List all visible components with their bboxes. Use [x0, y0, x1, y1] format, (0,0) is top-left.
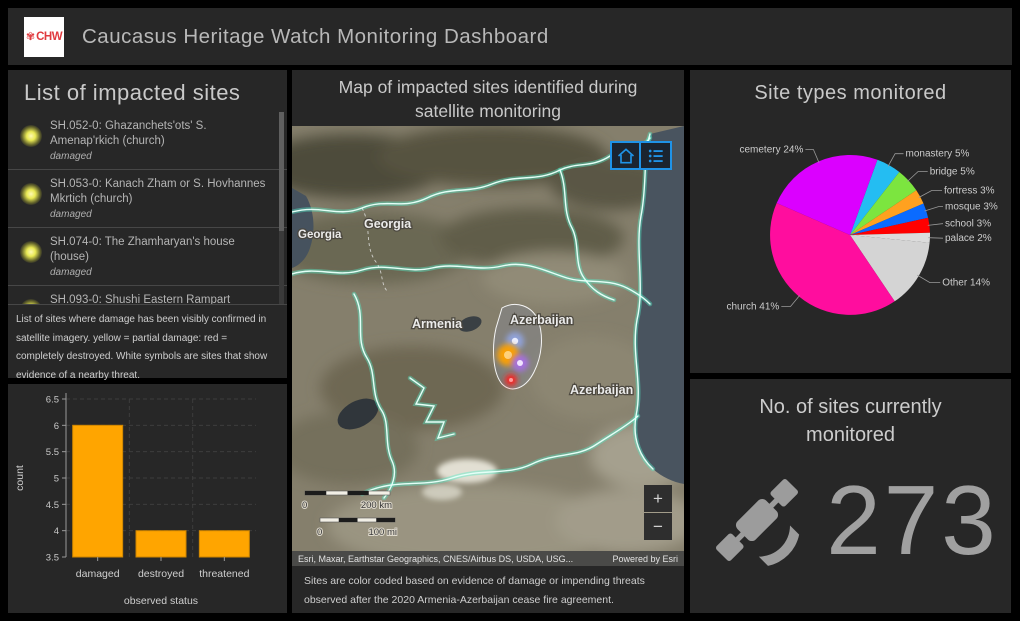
satellite-basemap[interactable]: Georgia Georgia Armenia Azerbaijan Azerb…: [292, 126, 684, 551]
site-title: SH.093-0: Shushi Eastern Rampart (fortif…: [50, 293, 273, 304]
home-icon: [616, 146, 636, 166]
sites-monitored-count: 273: [826, 471, 999, 569]
observed-status-bar-chart: 3.5 4 4.5 5 5.5 6 6.5 damaged destroyed thr…: [8, 384, 287, 613]
chw-logo-icon: ✾: [26, 30, 35, 43]
svg-text:3.5: 3.5: [46, 553, 59, 564]
list-item[interactable]: SH.052-0: Ghazanchets'ots' S. Amenap'rki…: [8, 112, 287, 170]
svg-text:observed status: observed status: [124, 595, 198, 607]
bar-destroyed[interactable]: [136, 531, 186, 557]
pie-label-fortress: fortress 3%: [944, 186, 995, 197]
damage-dot-icon: [20, 241, 42, 263]
list-item[interactable]: SH.093-0: Shushi Eastern Rampart (fortif…: [8, 286, 287, 304]
map-attribution: Esri, Maxar, Earthstar Geographics, CNES…: [298, 554, 573, 564]
site-title: SH.052-0: Ghazanchets'ots' S. Amenap'rki…: [50, 119, 273, 149]
chw-logo-text: CHW: [36, 31, 62, 43]
destroyed-marker-core: [509, 378, 513, 382]
bar-damaged[interactable]: [73, 425, 123, 557]
dashboard-title: Caucasus Heritage Watch Monitoring Dashb…: [82, 25, 549, 49]
pie-label-Other: Other 14%: [942, 278, 990, 289]
svg-text:0: 0: [317, 527, 322, 538]
svg-text:count: count: [14, 465, 26, 491]
svg-text:damaged: damaged: [76, 568, 120, 580]
map-caption: Sites are color coded based on evidence …: [292, 566, 684, 610]
count-panel: No. of sites currently monitored 273: [690, 379, 1011, 613]
svg-text:6.5: 6.5: [46, 395, 59, 406]
svg-text:0: 0: [302, 500, 307, 511]
pie-label-school: school 3%: [945, 219, 991, 230]
damage-dot-icon: [20, 183, 42, 205]
map-label-azerbaijan-1: Azerbaijan: [510, 313, 573, 327]
list-caption: List of sites where damage has been visi…: [8, 304, 287, 385]
svg-text:100 mi: 100 mi: [368, 527, 397, 538]
site-status: damaged: [50, 151, 273, 162]
powered-by-esri: Powered by Esri: [612, 554, 678, 564]
bar-threatened[interactable]: [199, 531, 249, 557]
pie-label-cemetery: cemetery 24%: [739, 145, 803, 156]
map-label-georgia-1: Georgia: [298, 229, 342, 241]
legend-list-icon: [646, 146, 666, 166]
pie-label-mosque: mosque 3%: [945, 202, 998, 213]
map-label-azerbaijan-2: Azerbaijan: [570, 383, 633, 397]
map-panel: Map of impacted sites identified during …: [292, 70, 684, 613]
map-title: Map of impacted sites identified during …: [292, 70, 684, 126]
list-item[interactable]: SH.074-0: The Zhamharyan's house (house)…: [8, 228, 287, 286]
bar-chart-panel: 3.5 4 4.5 5 5.5 6 6.5 damaged destroyed thr…: [8, 384, 287, 613]
pie-label-monastery: monastery 5%: [906, 149, 970, 160]
list-title: List of impacted sites: [8, 70, 287, 112]
map-attribution-bar: Esri, Maxar, Earthstar Geographics, CNES…: [292, 551, 684, 566]
map-label-armenia: Armenia: [412, 317, 463, 331]
site-status: damaged: [50, 267, 273, 278]
site-title: SH.074-0: The Zhamharyan's house (house): [50, 235, 273, 265]
zoom-out-button[interactable]: −: [644, 513, 672, 540]
count-title: No. of sites currently monitored: [690, 379, 1011, 449]
pie-label-palace: palace 2%: [945, 233, 992, 244]
damage-dot-icon: [20, 125, 42, 147]
list-panel: List of impacted sites SH.052-0: Ghazanc…: [8, 70, 287, 378]
svg-text:5: 5: [54, 474, 59, 485]
svg-text:6: 6: [54, 421, 59, 432]
pie-label-bridge: bridge 5%: [930, 167, 975, 178]
zoom-in-button[interactable]: +: [644, 485, 672, 512]
site-status: damaged: [50, 209, 273, 220]
satellite-icon: [702, 465, 812, 575]
svg-text:5.5: 5.5: [46, 447, 59, 458]
damaged-marker-core: [504, 351, 512, 359]
damage-dot-icon: [20, 299, 42, 304]
svg-text:4: 4: [54, 526, 59, 537]
threat-marker-core: [512, 338, 518, 344]
list-item[interactable]: SH.053-0: Kanach Zham or S. Hovhannes Mk…: [8, 170, 287, 228]
pie-title: Site types monitored: [690, 70, 1011, 105]
svg-text:4.5: 4.5: [46, 500, 59, 511]
pie-label-church: church 41%: [726, 302, 779, 313]
home-button[interactable]: [610, 141, 641, 170]
list-scrollbar[interactable]: [279, 112, 284, 304]
svg-text:threatened: threatened: [199, 568, 249, 580]
site-types-pie-chart: monastery 5% bridge 5% fortress 3% mosque 3…: [690, 105, 1011, 360]
site-list[interactable]: SH.052-0: Ghazanchets'ots' S. Amenap'rki…: [8, 112, 287, 304]
map-viewport[interactable]: Georgia Georgia Armenia Azerbaijan Azerb…: [292, 126, 684, 551]
site-title: SH.053-0: Kanach Zham or S. Hovhannes Mk…: [50, 177, 273, 207]
pie-panel: Site types monitored monastery 5% bridge …: [690, 70, 1011, 373]
cluster-marker-core: [517, 360, 523, 366]
legend-button[interactable]: [641, 141, 672, 170]
chw-logo: ✾ CHW: [24, 17, 64, 57]
svg-text:200 km: 200 km: [361, 500, 392, 511]
svg-text:destroyed: destroyed: [138, 568, 184, 580]
header: ✾ CHW Caucasus Heritage Watch Monitoring…: [8, 8, 1012, 65]
map-label-georgia-2: Georgia: [364, 217, 412, 231]
list-scrollbar-thumb[interactable]: [279, 112, 284, 231]
